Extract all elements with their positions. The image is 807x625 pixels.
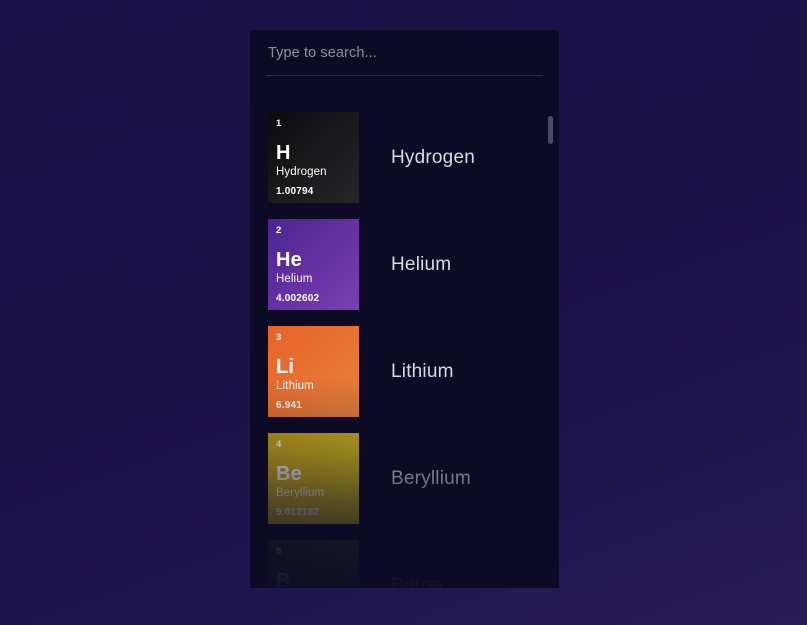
result-element-name: Boron [391,574,443,589]
element-symbol: B [276,569,291,589]
element-tile-name: Lithium [276,379,314,392]
element-symbol: He [276,248,302,271]
results-viewport: 1 H Hydrogen 1.00794 Hydrogen 2 He Helium 4.0026… [250,112,559,588]
element-atomic-number: 2 [276,225,282,236]
element-atomic-number: 4 [276,439,282,450]
element-tile[interactable]: 2 He Helium 4.002602 [268,219,359,310]
result-element-name: Helium [391,253,452,275]
search-input[interactable] [266,36,543,76]
element-atomic-mass: 9.012182 [276,507,320,518]
element-atomic-number: 3 [276,332,282,343]
element-tile-name: Beryllium [276,486,325,499]
result-row[interactable]: 1 H Hydrogen 1.00794 Hydrogen [268,112,559,203]
element-atomic-mass: 4.002602 [276,293,320,304]
result-element-name: Beryllium [391,467,471,489]
search-bar [250,30,559,82]
element-tile[interactable]: 3 Li Lithium 6.941 [268,326,359,417]
element-tile[interactable]: 5BBoron10.811 [268,540,359,588]
element-tile[interactable]: 4 Be Beryllium 9.012182 [268,433,359,524]
results-list: 1 H Hydrogen 1.00794 Hydrogen 2 He Helium 4.0026… [250,112,559,588]
element-symbol: Li [276,355,295,378]
element-symbol: H [276,141,291,164]
element-atomic-mass: 6.941 [276,400,303,411]
result-row[interactable]: 5BBoron10.811Boron [268,540,559,588]
element-tile-name: Helium [276,272,313,285]
element-symbol: Be [276,462,302,485]
element-search-panel: 1HHydrogen1.00794Hydrogen2HeHelium4.0026… [250,30,559,588]
element-atomic-number: 1 [276,118,282,129]
result-row[interactable]: 2 He Helium 4.002602 Helium [268,219,559,310]
results-scrollbar[interactable] [548,116,553,584]
result-element-name: Lithium [391,360,454,382]
result-row[interactable]: 4 Be Beryllium 9.012182 Beryllium [268,433,559,524]
element-atomic-mass: 1.00794 [276,186,314,197]
scrollbar-thumb[interactable] [548,116,553,144]
element-tile[interactable]: 1 H Hydrogen 1.00794 [268,112,359,203]
element-atomic-number: 5 [276,546,282,557]
element-tile-name: Hydrogen [276,165,327,178]
result-element-name: Hydrogen [391,146,475,168]
result-row[interactable]: 3 Li Lithium 6.941 Lithium [268,326,559,417]
